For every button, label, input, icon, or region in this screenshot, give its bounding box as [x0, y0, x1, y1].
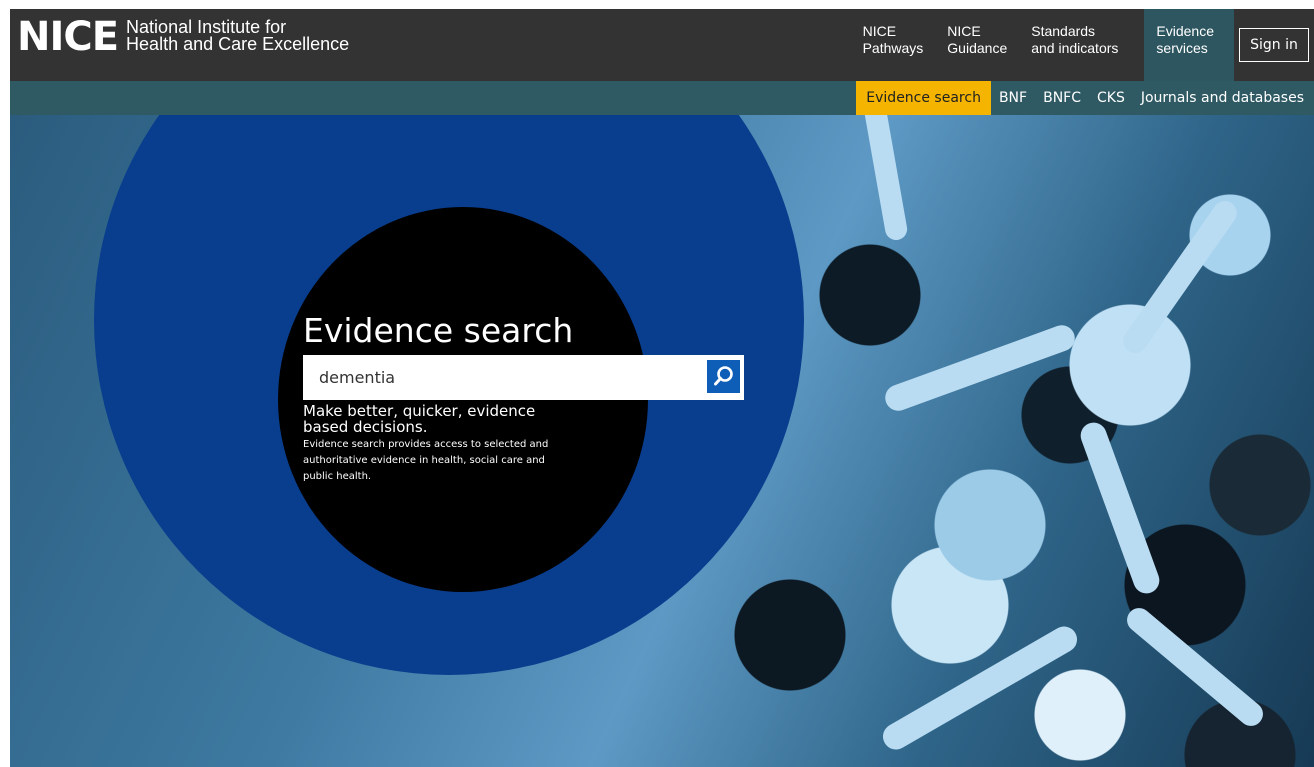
- nav-label-line1: Evidence: [1156, 23, 1214, 39]
- subnav-list: Evidence search BNF BNFC CKS Journals an…: [856, 81, 1314, 115]
- hero-tagline: Make better, quicker, evidence based dec…: [303, 402, 536, 436]
- molecule-bond: [1077, 418, 1163, 598]
- subnav-bnfc[interactable]: BNFC: [1035, 81, 1089, 115]
- sign-in-button[interactable]: Sign in: [1239, 28, 1309, 62]
- page-frame: NICE National Institute for Health and C…: [10, 9, 1314, 767]
- subnav-bnf[interactable]: BNF: [991, 81, 1035, 115]
- logo-text: National Institute for Health and Care E…: [126, 18, 350, 54]
- nav-nice-pathways[interactable]: NICE Pathways: [851, 9, 936, 81]
- molecule-bond: [878, 621, 1082, 755]
- nav-evidence-services[interactable]: Evidence services: [1144, 9, 1234, 81]
- hero-section: Evidence search Make better, quicker, ev…: [10, 115, 1314, 767]
- subnav-evidence-search[interactable]: Evidence search: [856, 81, 991, 115]
- molecule-bond: [861, 115, 909, 242]
- nav-label-line2: Pathways: [862, 40, 924, 56]
- sign-in-wrapper: Sign in: [1234, 9, 1314, 81]
- hero-description: Evidence search provides access to selec…: [303, 439, 549, 482]
- nav-label-line1: Standards: [1031, 23, 1096, 39]
- subnav-cks[interactable]: CKS: [1089, 81, 1133, 115]
- nav-label-line1: NICE: [862, 23, 897, 39]
- nav-standards-and-indicators[interactable]: Standards and indicators: [1019, 9, 1144, 81]
- search-icon: [714, 366, 733, 386]
- search-form: [303, 355, 744, 400]
- nav-label-line2: and indicators: [1031, 40, 1119, 56]
- search-input[interactable]: [303, 355, 698, 400]
- nav-nice-guidance[interactable]: NICE Guidance: [935, 9, 1019, 81]
- site-header: NICE National Institute for Health and C…: [10, 9, 1314, 81]
- molecule-bond: [1122, 603, 1268, 731]
- nice-logo[interactable]: NICE National Institute for Health and C…: [17, 15, 349, 59]
- nav-label-line2: services: [1156, 40, 1208, 56]
- logo-mark: NICE: [17, 14, 119, 60]
- evidence-search-panel: Evidence search Make better, quicker, ev…: [303, 311, 763, 485]
- subnav-journals-and-databases[interactable]: Journals and databases: [1133, 81, 1314, 115]
- main-nav: NICE Pathways NICE Guidance Standards an…: [851, 9, 1314, 81]
- nav-label-line1: NICE: [947, 23, 981, 39]
- page-title: Evidence search: [303, 311, 574, 350]
- molecule-bond: [881, 321, 1079, 415]
- molecule-bond: [1118, 196, 1242, 358]
- evidence-services-subnav: Evidence search BNF BNFC CKS Journals an…: [10, 81, 1314, 115]
- search-button[interactable]: [707, 360, 740, 393]
- nav-label-line2: Guidance: [947, 40, 1008, 56]
- logo-line-2: Health and Care Excellence: [126, 34, 350, 54]
